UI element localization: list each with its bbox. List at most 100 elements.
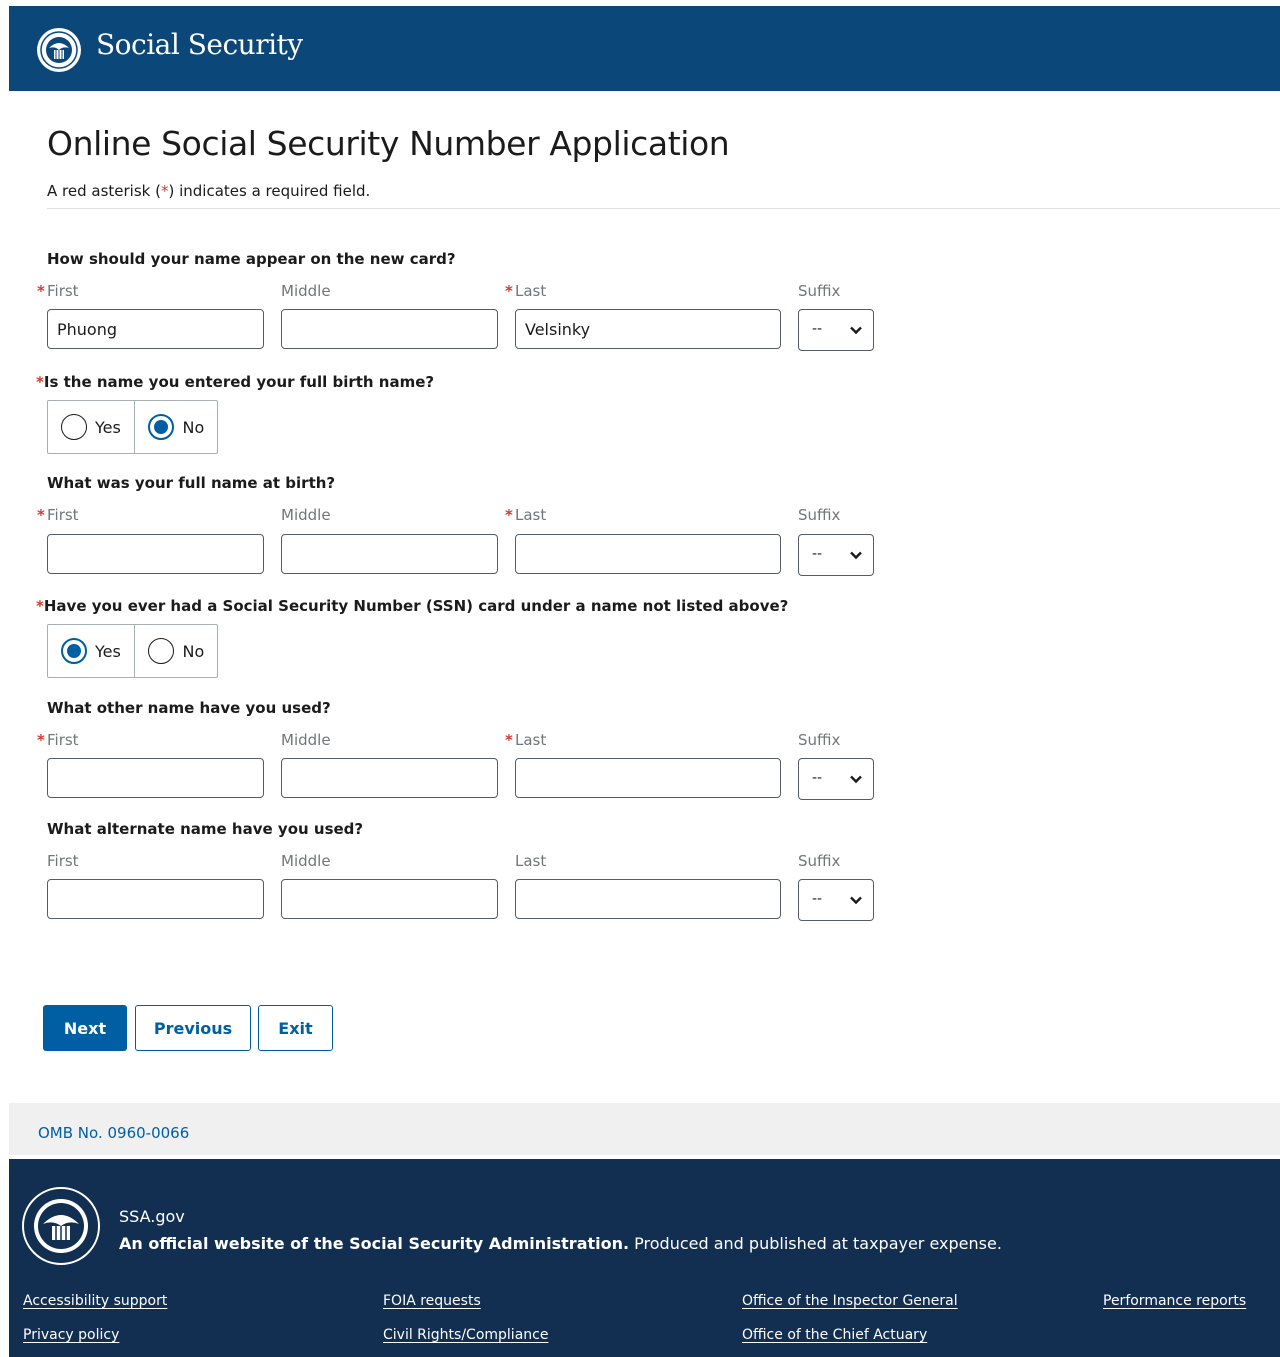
ssa-seal-icon[interactable]	[35, 26, 83, 74]
alternate-suffix-value: --	[812, 891, 823, 907]
required-asterisk: *	[37, 731, 45, 749]
radio-unchecked[interactable]	[61, 414, 87, 440]
other-last-name-input[interactable]	[515, 758, 781, 798]
omb-bar: OMB No. 0960-0066	[9, 1103, 1280, 1155]
radio-label: No	[182, 642, 205, 661]
previous-button[interactable]: Previous	[135, 1005, 251, 1051]
radio-checked[interactable]	[148, 414, 175, 440]
card-suffix-select[interactable]: --	[798, 309, 874, 351]
first-label-text: First	[47, 506, 79, 524]
birth-middle-name-input[interactable]	[281, 534, 498, 574]
full-birth-name-no-option[interactable]: No	[135, 401, 217, 453]
required-asterisk: *	[505, 282, 513, 300]
omb-number: OMB No. 0960-0066	[38, 1124, 190, 1142]
card-name-question: How should your name appear on the new c…	[47, 250, 456, 268]
other-ssn-name-no-option[interactable]: No	[135, 625, 217, 677]
other-first-name-input[interactable]	[47, 758, 264, 798]
alternate-first-name-input[interactable]	[47, 879, 264, 919]
required-asterisk: *	[36, 597, 44, 615]
footer-official-bold: An official website of the Social Securi…	[119, 1234, 630, 1253]
footer-official-statement: An official website of the Social Securi…	[119, 1234, 1002, 1253]
title-divider	[47, 208, 1280, 209]
other-middle-label: Middle	[281, 731, 331, 749]
footer-site-name: SSA.gov	[119, 1207, 185, 1226]
footer-link-civil-rights[interactable]: Civil Rights/Compliance	[383, 1327, 548, 1343]
birth-suffix-value: --	[812, 546, 823, 562]
birth-first-label: * First	[37, 506, 79, 524]
other-ssn-name-yes-option[interactable]: Yes	[48, 625, 136, 677]
full-birth-name-yes-option[interactable]: Yes	[48, 401, 136, 453]
other-suffix-label: Suffix	[798, 731, 841, 749]
radio-label: Yes	[95, 642, 121, 661]
required-asterisk: *	[505, 731, 513, 749]
card-first-name-input[interactable]	[47, 309, 264, 349]
last-label-text: Last	[515, 506, 547, 524]
other-ssn-name-radio-group: Yes No	[47, 624, 218, 678]
required-asterisk: *	[505, 506, 513, 524]
ssa-seal-icon	[22, 1187, 100, 1265]
birth-name-question: What was your full name at birth?	[47, 474, 336, 492]
full-birth-name-radio-group: Yes No	[47, 400, 218, 454]
birth-last-label: * Last	[505, 506, 547, 524]
page-title: Online Social Security Number Applicatio…	[47, 124, 730, 163]
footer-official-rest: Produced and published at taxpayer expen…	[629, 1234, 1002, 1253]
first-label-text: First	[47, 282, 79, 300]
next-button[interactable]: Next	[43, 1005, 127, 1051]
required-field-note: A red asterisk (*) indicates a required …	[47, 182, 370, 200]
alternate-last-name-input[interactable]	[515, 879, 781, 919]
other-middle-name-input[interactable]	[281, 758, 498, 798]
card-last-name-input[interactable]	[515, 309, 781, 349]
chevron-down-icon	[850, 326, 862, 335]
other-last-label: * Last	[505, 731, 547, 749]
alternate-last-label: Last	[515, 852, 547, 870]
alternate-suffix-label: Suffix	[798, 852, 841, 870]
other-ssn-name-question: *Have you ever had a Social Security Num…	[36, 597, 788, 615]
radio-label: Yes	[95, 418, 121, 437]
full-birth-name-question-text: Is the name you entered your full birth …	[43, 373, 435, 391]
last-label-text: Last	[515, 731, 547, 749]
birth-middle-label: Middle	[281, 506, 331, 524]
card-middle-label: Middle	[281, 282, 331, 300]
card-last-label: * Last	[505, 282, 547, 300]
first-label-text: First	[47, 731, 79, 749]
other-ssn-name-question-text: Have you ever had a Social Security Numb…	[43, 597, 789, 615]
birth-first-name-input[interactable]	[47, 534, 264, 574]
card-first-label: * First	[37, 282, 79, 300]
card-suffix-value: --	[812, 321, 823, 337]
full-birth-name-question: *Is the name you entered your full birth…	[36, 373, 434, 391]
required-asterisk: *	[37, 282, 45, 300]
alternate-first-label: First	[47, 852, 79, 870]
site-footer: SSA.gov An official website of the Socia…	[9, 1159, 1280, 1357]
required-note-text-after: ) indicates a required field.	[168, 182, 371, 200]
radio-label: No	[182, 418, 205, 437]
other-first-label: * First	[37, 731, 79, 749]
last-label-text: Last	[515, 282, 547, 300]
footer-link-privacy-policy[interactable]: Privacy policy	[23, 1327, 119, 1343]
card-middle-name-input[interactable]	[281, 309, 498, 349]
birth-last-name-input[interactable]	[515, 534, 781, 574]
alternate-name-question: What alternate name have you used?	[47, 820, 364, 838]
other-suffix-value: --	[812, 770, 823, 786]
birth-suffix-select[interactable]: --	[798, 534, 874, 576]
footer-link-foia[interactable]: FOIA requests	[383, 1293, 481, 1309]
site-brand[interactable]: Social Security	[96, 28, 303, 61]
alternate-middle-name-input[interactable]	[281, 879, 498, 919]
chevron-down-icon	[850, 551, 862, 560]
radio-checked[interactable]	[61, 638, 87, 664]
other-name-question: What other name have you used?	[47, 699, 331, 717]
required-asterisk: *	[37, 506, 45, 524]
chevron-down-icon	[850, 896, 862, 905]
footer-link-inspector-general[interactable]: Office of the Inspector General	[742, 1293, 958, 1309]
alternate-suffix-select[interactable]: --	[798, 879, 874, 921]
footer-link-chief-actuary[interactable]: Office of the Chief Actuary	[742, 1327, 927, 1343]
site-header: Social Security	[9, 6, 1280, 91]
chevron-down-icon	[850, 775, 862, 784]
card-suffix-label: Suffix	[798, 282, 841, 300]
footer-link-accessibility[interactable]: Accessibility support	[23, 1293, 167, 1309]
exit-button[interactable]: Exit	[258, 1005, 333, 1051]
required-asterisk: *	[36, 373, 44, 391]
footer-link-performance-reports[interactable]: Performance reports	[1103, 1293, 1246, 1309]
required-note-text-before: A red asterisk (	[47, 182, 161, 200]
radio-unchecked[interactable]	[148, 638, 175, 664]
other-suffix-select[interactable]: --	[798, 758, 874, 800]
